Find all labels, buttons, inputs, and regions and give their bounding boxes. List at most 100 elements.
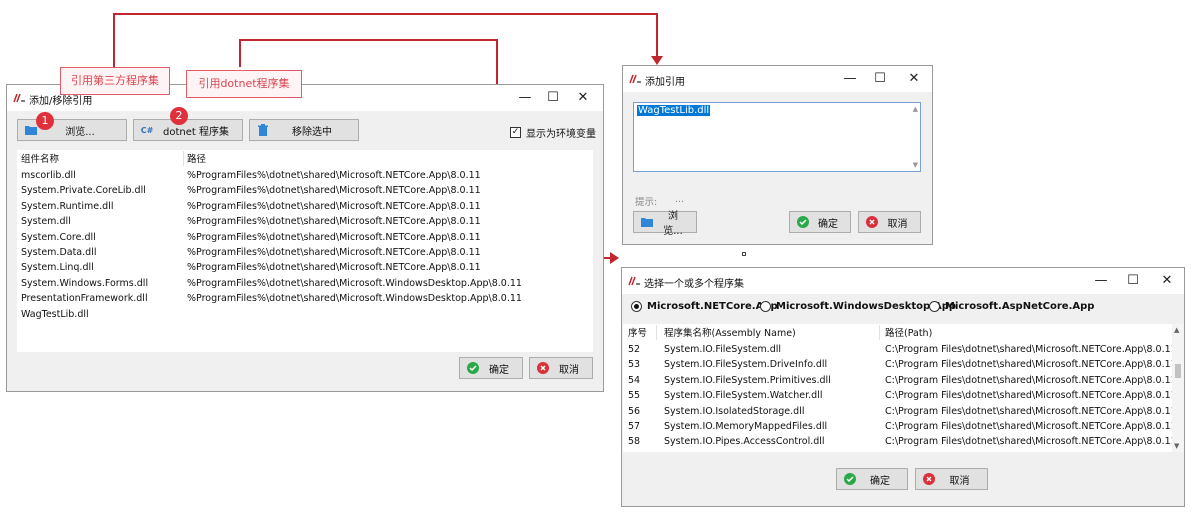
browse-button[interactable]: 浏览... — [17, 119, 127, 141]
component-path-cell: %ProgramFiles%\dotnet\shared\Microsoft.N… — [187, 262, 481, 274]
badge-2: 2 — [170, 107, 188, 125]
column-divider — [183, 151, 184, 166]
scroll-up-icon[interactable]: ▲ — [1174, 326, 1179, 334]
ok-button[interactable]: 确定 — [459, 357, 523, 379]
checkbox-box[interactable]: ✓ — [510, 127, 521, 138]
assembly-list[interactable]: 序号 程序集名称(Assembly Name) 路径(Path) 52 Syste… — [623, 324, 1184, 452]
minimize-button[interactable]: — — [837, 69, 863, 89]
component-name-cell: mscorlib.dll — [21, 170, 76, 181]
radio-dot[interactable] — [631, 301, 642, 312]
remove-button-label: 移除选中 — [292, 126, 332, 138]
select-window-title: 选择一个或多个程序集 — [644, 279, 744, 290]
reference-text-area[interactable]: WagTestLib.dll ▲ ▼ — [633, 102, 921, 172]
assembly-name-cell: System.IO.FileSystem.DriveInfo.dll — [664, 359, 828, 371]
callout-third-party: 引用第三方程序集 — [60, 67, 170, 95]
resize-marker — [742, 252, 746, 256]
component-name-cell: System.dll — [21, 216, 71, 228]
scroll-down-icon[interactable]: ▼ — [913, 161, 918, 169]
app-icon — [628, 276, 640, 286]
close-button[interactable]: ✕ — [1154, 271, 1180, 291]
scroll-down-icon[interactable]: ▼ — [1174, 442, 1179, 450]
column-header-path[interactable]: 路径(Path) — [885, 326, 932, 341]
table-row[interactable]: System.Windows.Forms.dll %ProgramFiles%\d… — [17, 276, 593, 291]
assembly-name-cell: System.IO.FileSystem.Primitives.dll — [664, 374, 831, 386]
table-row[interactable]: PresentationFramework.dll %ProgramFiles%\… — [17, 291, 593, 306]
component-path-cell: %ProgramFiles%\dotnet\shared\Microsoft.W… — [187, 293, 522, 305]
check-icon — [466, 361, 480, 375]
add-ref-cancel-label: 取消 — [887, 218, 908, 230]
table-row[interactable]: WagTestLib.dll — [17, 307, 593, 322]
component-path-cell: %ProgramFiles%\dotnet\shared\Microsoft.N… — [187, 170, 481, 181]
maximize-button[interactable]: ☐ — [540, 88, 566, 108]
column-header-path[interactable]: 路径 — [187, 152, 206, 167]
ok-label: 确定 — [489, 364, 509, 376]
remove-selected-button[interactable]: 移除选中 — [249, 119, 359, 141]
table-row[interactable]: System.dll %ProgramFiles%\dotnet\shared\M… — [17, 214, 593, 229]
env-variable-checkbox[interactable]: ✓ 显示为环境变量 — [510, 125, 596, 140]
add-ref-cancel-button[interactable]: 取消 — [858, 211, 921, 233]
table-row[interactable]: System.Data.dll %ProgramFiles%\dotnet\sha… — [17, 245, 593, 260]
assembly-path-cell: C:\Program Files\dotnet\shared\Microsoft… — [885, 390, 1177, 402]
csharp-icon: C# — [140, 125, 154, 135]
vertical-scrollbar[interactable]: ▲ ▼ — [1172, 324, 1184, 452]
column-header-index[interactable]: 序号 — [628, 326, 647, 341]
table-row[interactable]: System.Linq.dll %ProgramFiles%\dotnet\sha… — [17, 260, 593, 275]
component-name-cell: System.Core.dll — [21, 231, 96, 243]
assembly-name-cell: System.IO.FileSystem.dll — [664, 344, 782, 355]
maximize-button[interactable]: ☐ — [867, 69, 893, 89]
radio-dot[interactable] — [760, 301, 771, 312]
cancel-icon — [922, 472, 936, 486]
add-ref-browse-button[interactable]: 浏览... — [633, 211, 697, 237]
assembly-name-cell: System.IO.Pipes.AccessControl.dll — [664, 436, 825, 448]
assembly-name-cell: System.IO.FileSystem.Watcher.dll — [664, 390, 823, 402]
reference-list[interactable]: 组件名称 路径 mscorlib.dll %ProgramFiles%\dotne… — [17, 150, 593, 352]
component-name-cell: WagTestLib.dll — [21, 308, 89, 320]
component-name-cell: System.Windows.Forms.dll — [21, 277, 149, 289]
table-row[interactable]: 56 System.IO.IsolatedStorage.dll C:\Progra… — [623, 404, 1184, 419]
select-cancel-button[interactable]: 取消 — [915, 468, 988, 490]
assembly-path-cell: C:\Program Files\dotnet\shared\Microsoft… — [885, 436, 1177, 448]
table-row[interactable]: 58 System.IO.Pipes.AccessControl.dll C:\Pr… — [623, 434, 1184, 449]
cancel-icon — [536, 361, 550, 375]
selected-text[interactable]: WagTestLib.dll — [637, 105, 711, 116]
add-ref-titlebar: 添加引用 — ☐ ✕ — [623, 66, 932, 92]
table-row[interactable]: 53 System.IO.FileSystem.DriveInfo.dll C:\P… — [623, 357, 1184, 372]
scroll-up-icon[interactable]: ▲ — [913, 105, 918, 113]
add-ref-browse-label: 浏览... — [663, 211, 683, 237]
component-name-cell: System.Private.CoreLib.dll — [21, 185, 146, 197]
select-ok-button[interactable]: 确定 — [836, 468, 908, 490]
cancel-button[interactable]: 取消 — [529, 357, 593, 379]
check-icon — [796, 215, 810, 229]
hint-value: ... — [675, 194, 685, 205]
column-header-assembly-name[interactable]: 程序集名称(Assembly Name) — [664, 326, 796, 341]
radio-netcore[interactable]: Microsoft.NETCore.App — [631, 301, 778, 312]
radio-windowsdesktop[interactable]: Microsoft.WindowsDesktop.App — [760, 301, 956, 312]
add-ref-ok-button[interactable]: 确定 — [789, 211, 851, 233]
close-button[interactable]: ✕ — [901, 69, 927, 89]
folder-icon — [24, 123, 38, 137]
radio-aspnetcore[interactable]: Microsoft.AspNetCore.App — [929, 301, 1094, 312]
scroll-thumb[interactable] — [1175, 364, 1181, 378]
radio-label: Microsoft.AspNetCore.App — [945, 301, 1095, 312]
table-row[interactable]: System.Runtime.dll %ProgramFiles%\dotnet\… — [17, 199, 593, 214]
table-row[interactable]: 52 System.IO.FileSystem.dll C:\Program Fil… — [623, 342, 1184, 357]
close-button[interactable]: ✕ — [570, 88, 596, 108]
assembly-name-cell: System.IO.IsolatedStorage.dll — [664, 405, 805, 417]
column-header-name[interactable]: 组件名称 — [21, 152, 59, 167]
minimize-button[interactable]: — — [1088, 271, 1114, 291]
main-window: 添加/移除引用 — ☐ ✕ 浏览... C# dotnet 程序集 移除选中 ✓… — [6, 84, 604, 392]
index-cell: 52 — [628, 344, 641, 355]
table-row[interactable]: 54 System.IO.FileSystem.Primitives.dll C:\… — [623, 373, 1184, 388]
radio-dot[interactable] — [929, 301, 940, 312]
assembly-path-cell: C:\Program Files\dotnet\shared\Microsoft… — [885, 344, 1177, 355]
dotnet-assembly-button[interactable]: C# dotnet 程序集 — [133, 119, 243, 141]
table-row[interactable]: System.Core.dll %ProgramFiles%\dotnet\sha… — [17, 230, 593, 245]
table-row[interactable]: 55 System.IO.FileSystem.Watcher.dll C:\Pro… — [623, 388, 1184, 403]
minimize-button[interactable]: — — [512, 88, 538, 108]
app-icon — [13, 93, 25, 103]
index-cell: 55 — [628, 390, 641, 402]
table-row[interactable]: mscorlib.dll %ProgramFiles%\dotnet\shared… — [17, 168, 593, 183]
maximize-button[interactable]: ☐ — [1120, 271, 1146, 291]
table-row[interactable]: 57 System.IO.MemoryMappedFiles.dll C:\Prog… — [623, 419, 1184, 434]
table-row[interactable]: System.Private.CoreLib.dll %ProgramFiles%… — [17, 183, 593, 198]
